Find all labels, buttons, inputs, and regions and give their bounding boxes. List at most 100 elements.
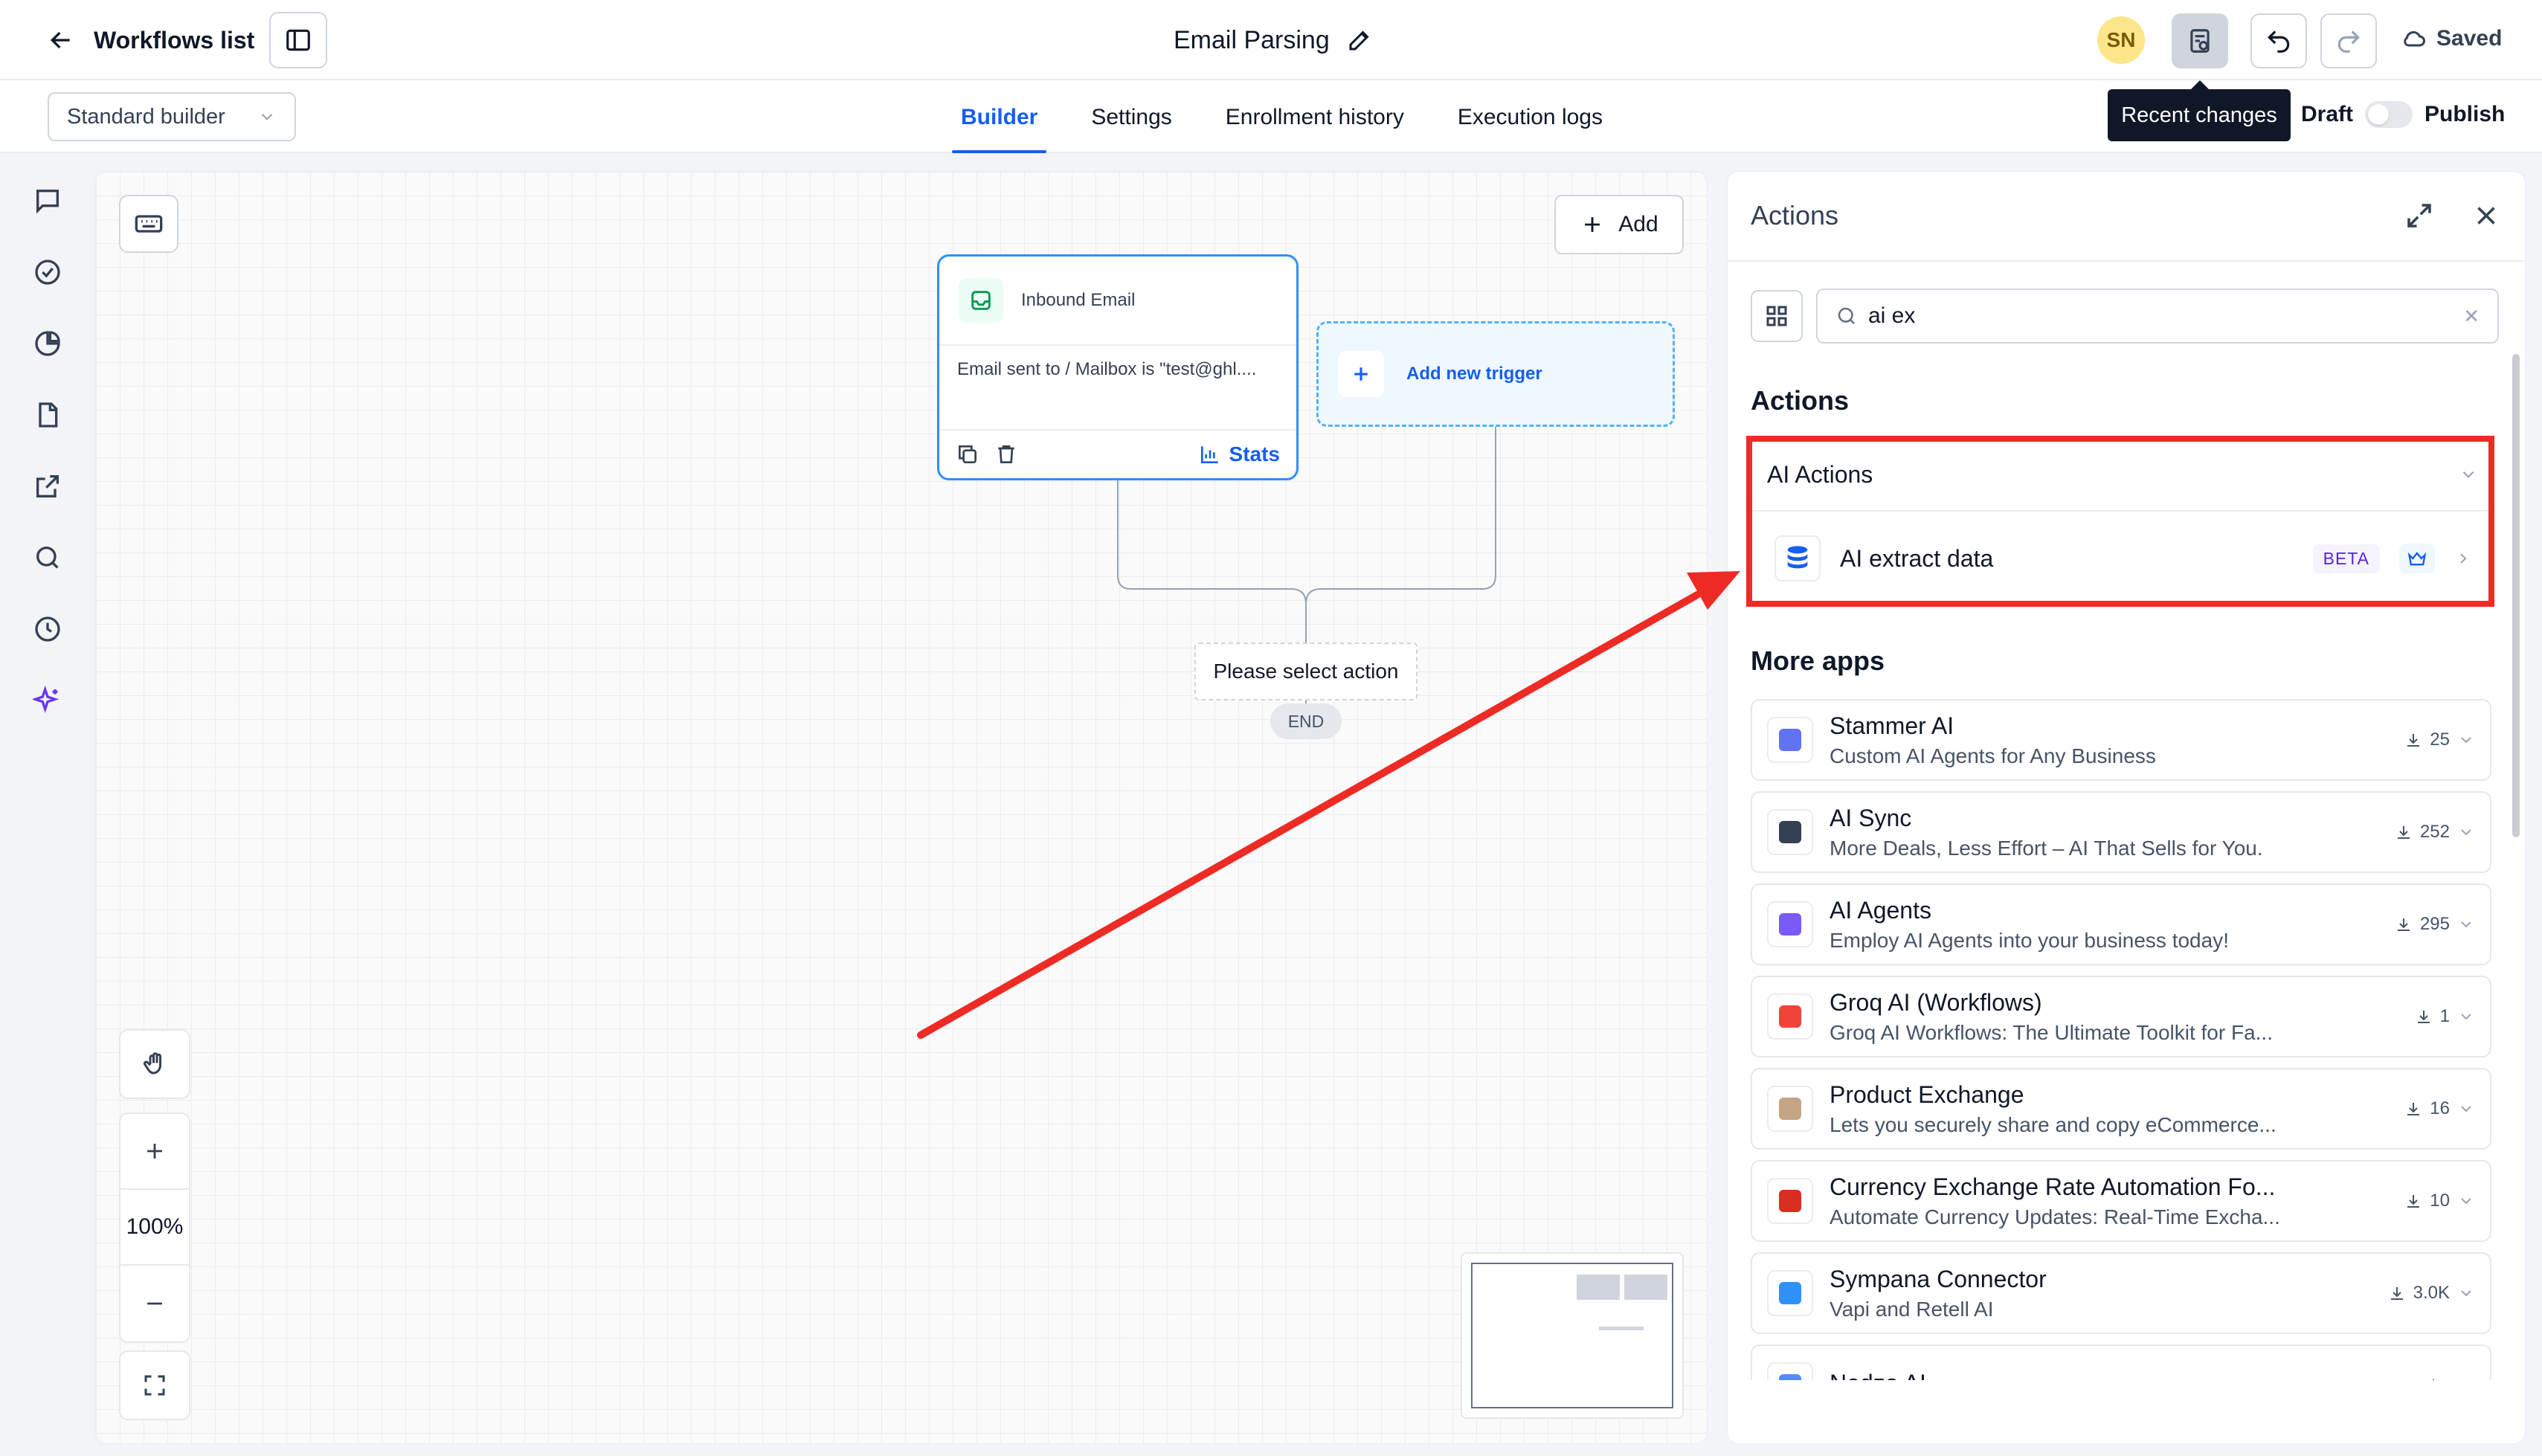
app-text: Product Exchange Lets you securely share … (1830, 1081, 2388, 1137)
download-icon (2390, 1287, 2403, 1300)
add-new-trigger-label: Add new trigger (1406, 364, 1542, 384)
panel-scrollbar[interactable] (2512, 354, 2520, 837)
trigger-title: Inbound Email (1021, 290, 1136, 310)
actions-heading: Actions (1751, 385, 1850, 416)
close-icon[interactable] (2471, 200, 2502, 231)
chevron-down-icon (2461, 1290, 2471, 1297)
app-description: Vapi and Retell AI (1830, 1297, 1994, 1321)
plus-icon (1585, 217, 1600, 232)
install-count: 3.0K (2413, 1283, 2450, 1303)
app-text: AI Agents Employ AI Agents into your busi… (1830, 897, 2378, 953)
app-description: More Deals, Less Effort – AI That Sells … (1830, 836, 2263, 860)
publish-toggle[interactable] (2365, 101, 2413, 128)
rail-search-button[interactable] (31, 541, 64, 574)
app-install-count: 10 (2404, 1191, 2475, 1211)
rail-history-button[interactable] (31, 613, 64, 645)
app-logo-icon (1767, 1086, 1813, 1132)
hand-icon (143, 1052, 161, 1075)
app-logo-mark (1779, 1005, 1801, 1028)
app-install-count: 3.0K (2388, 1283, 2475, 1304)
tab-enrollment-history[interactable]: Enrollment history (1199, 97, 1431, 153)
app-description: Groq AI Workflows: The Ultimate Toolkit … (1830, 1020, 2273, 1044)
rail-tasks-button[interactable] (31, 256, 64, 289)
add-node-button[interactable]: Add (1554, 195, 1684, 254)
keyboard-shortcuts-button[interactable] (119, 195, 178, 253)
toggle-sidebar-button[interactable] (269, 12, 327, 68)
maximize-icon[interactable] (2404, 200, 2435, 231)
fit-view-button[interactable] (119, 1350, 190, 1420)
app-list-item[interactable]: Groq AI (Workflows) Groq AI Workflows: Th… (1751, 976, 2491, 1057)
user-avatar[interactable]: SN (2097, 16, 2145, 64)
zoom-out-button[interactable] (120, 1266, 189, 1341)
category-grid-button[interactable] (1751, 290, 1803, 342)
save-status: Saved (2401, 25, 2502, 52)
add-label: Add (1618, 212, 1658, 236)
app-list-item[interactable]: Nedzo AI (1751, 1344, 2491, 1380)
back-to-workflows-link[interactable]: Workflows list (46, 21, 254, 59)
inbox-icon-wrap (959, 278, 1003, 323)
app-text: Nedzo AI (1830, 1370, 2408, 1381)
app-logo-mark (1779, 821, 1801, 843)
app-install-count: 16 (2404, 1098, 2475, 1119)
tab-execution-logs[interactable]: Execution logs (1431, 97, 1629, 153)
chevron-down-icon (2457, 1376, 2475, 1380)
rail-comments-button[interactable] (31, 184, 64, 217)
app-name: AI Sync (1830, 804, 1912, 831)
recent-changes-button[interactable] (2172, 13, 2228, 68)
inbound-email-trigger-card[interactable]: Inbound Email Email sent to / Mailbox is… (937, 254, 1299, 480)
zoom-in-button[interactable] (120, 1114, 189, 1190)
rail-notes-button[interactable] (31, 399, 64, 431)
app-text: AI Sync More Deals, Less Effort – AI That… (1830, 805, 2378, 860)
app-name: Sympana Connector (1830, 1265, 2047, 1292)
document-history-icon (2190, 29, 2210, 53)
zoom-level: 100% (120, 1190, 189, 1266)
inbox-icon (971, 291, 991, 310)
actions-panel-header: Actions (1727, 171, 2526, 262)
app-install-count: 1 (2415, 1006, 2475, 1027)
app-logo-mark (1779, 1282, 1801, 1304)
rail-ai-button[interactable] (31, 684, 64, 717)
actions-search-input[interactable]: ai ex ✕ (1816, 289, 2499, 344)
trigger-stats-link[interactable]: Stats (1198, 442, 1280, 466)
rail-analytics-button[interactable] (31, 327, 64, 360)
tab-builder[interactable]: Builder (934, 97, 1064, 153)
trash-icon[interactable] (994, 442, 1018, 466)
undo-button[interactable] (2250, 13, 2307, 68)
arrow-left-icon (50, 31, 70, 49)
rail-share-button[interactable] (31, 470, 64, 503)
app-list-item[interactable]: Product Exchange Lets you securely share … (1751, 1068, 2491, 1150)
plus-icon-wrap (1338, 351, 1384, 397)
app-list-item[interactable]: Stammer AI Custom AI Agents for Any Busin… (1751, 699, 2491, 781)
copy-icon[interactable] (956, 442, 979, 466)
builder-type-select[interactable]: Standard builder (48, 92, 296, 141)
app-install-count: 252 (2395, 822, 2475, 843)
redo-icon (2337, 30, 2360, 53)
expand-icon (144, 1375, 165, 1396)
tab-settings[interactable]: Settings (1064, 97, 1198, 153)
pan-mode-button[interactable] (119, 1029, 190, 1099)
highlight-annotation-box (1746, 436, 2494, 607)
app-list-item[interactable]: AI Agents Employ AI Agents into your busi… (1751, 883, 2491, 965)
app-logo-mark (1779, 1098, 1801, 1120)
app-text: Stammer AI Custom AI Agents for Any Busin… (1830, 712, 2388, 768)
grid-icon (1766, 306, 1787, 326)
sparkles-icon (33, 686, 59, 713)
download-icon (2397, 826, 2410, 839)
sidebar-panel-icon (286, 29, 310, 51)
chevron-down-icon (2461, 1198, 2471, 1205)
select-action-node[interactable]: Please select action (1194, 642, 1418, 700)
canvas-minimap[interactable] (1461, 1252, 1684, 1419)
redo-button[interactable] (2320, 13, 2377, 68)
cloud-icon (2404, 30, 2425, 47)
plus-icon (1354, 367, 1368, 381)
app-list-item[interactable]: AI Sync More Deals, Less Effort – AI That… (1751, 791, 2491, 873)
workflow-title[interactable]: Email Parsing (1174, 21, 1373, 59)
add-new-trigger-card[interactable]: Add new trigger (1316, 321, 1675, 427)
pencil-icon[interactable] (1346, 27, 1373, 54)
install-count: 10 (2430, 1191, 2450, 1211)
clear-search-icon[interactable]: ✕ (2463, 305, 2480, 328)
app-list-item[interactable]: Currency Exchange Rate Automation Fo... A… (1751, 1160, 2491, 1242)
minimap-viewport (1471, 1263, 1673, 1408)
app-list-item[interactable]: Sympana Connector Vapi and Retell AI 3.0K (1751, 1252, 2491, 1334)
app-description: Custom AI Agents for Any Business (1830, 744, 2156, 767)
